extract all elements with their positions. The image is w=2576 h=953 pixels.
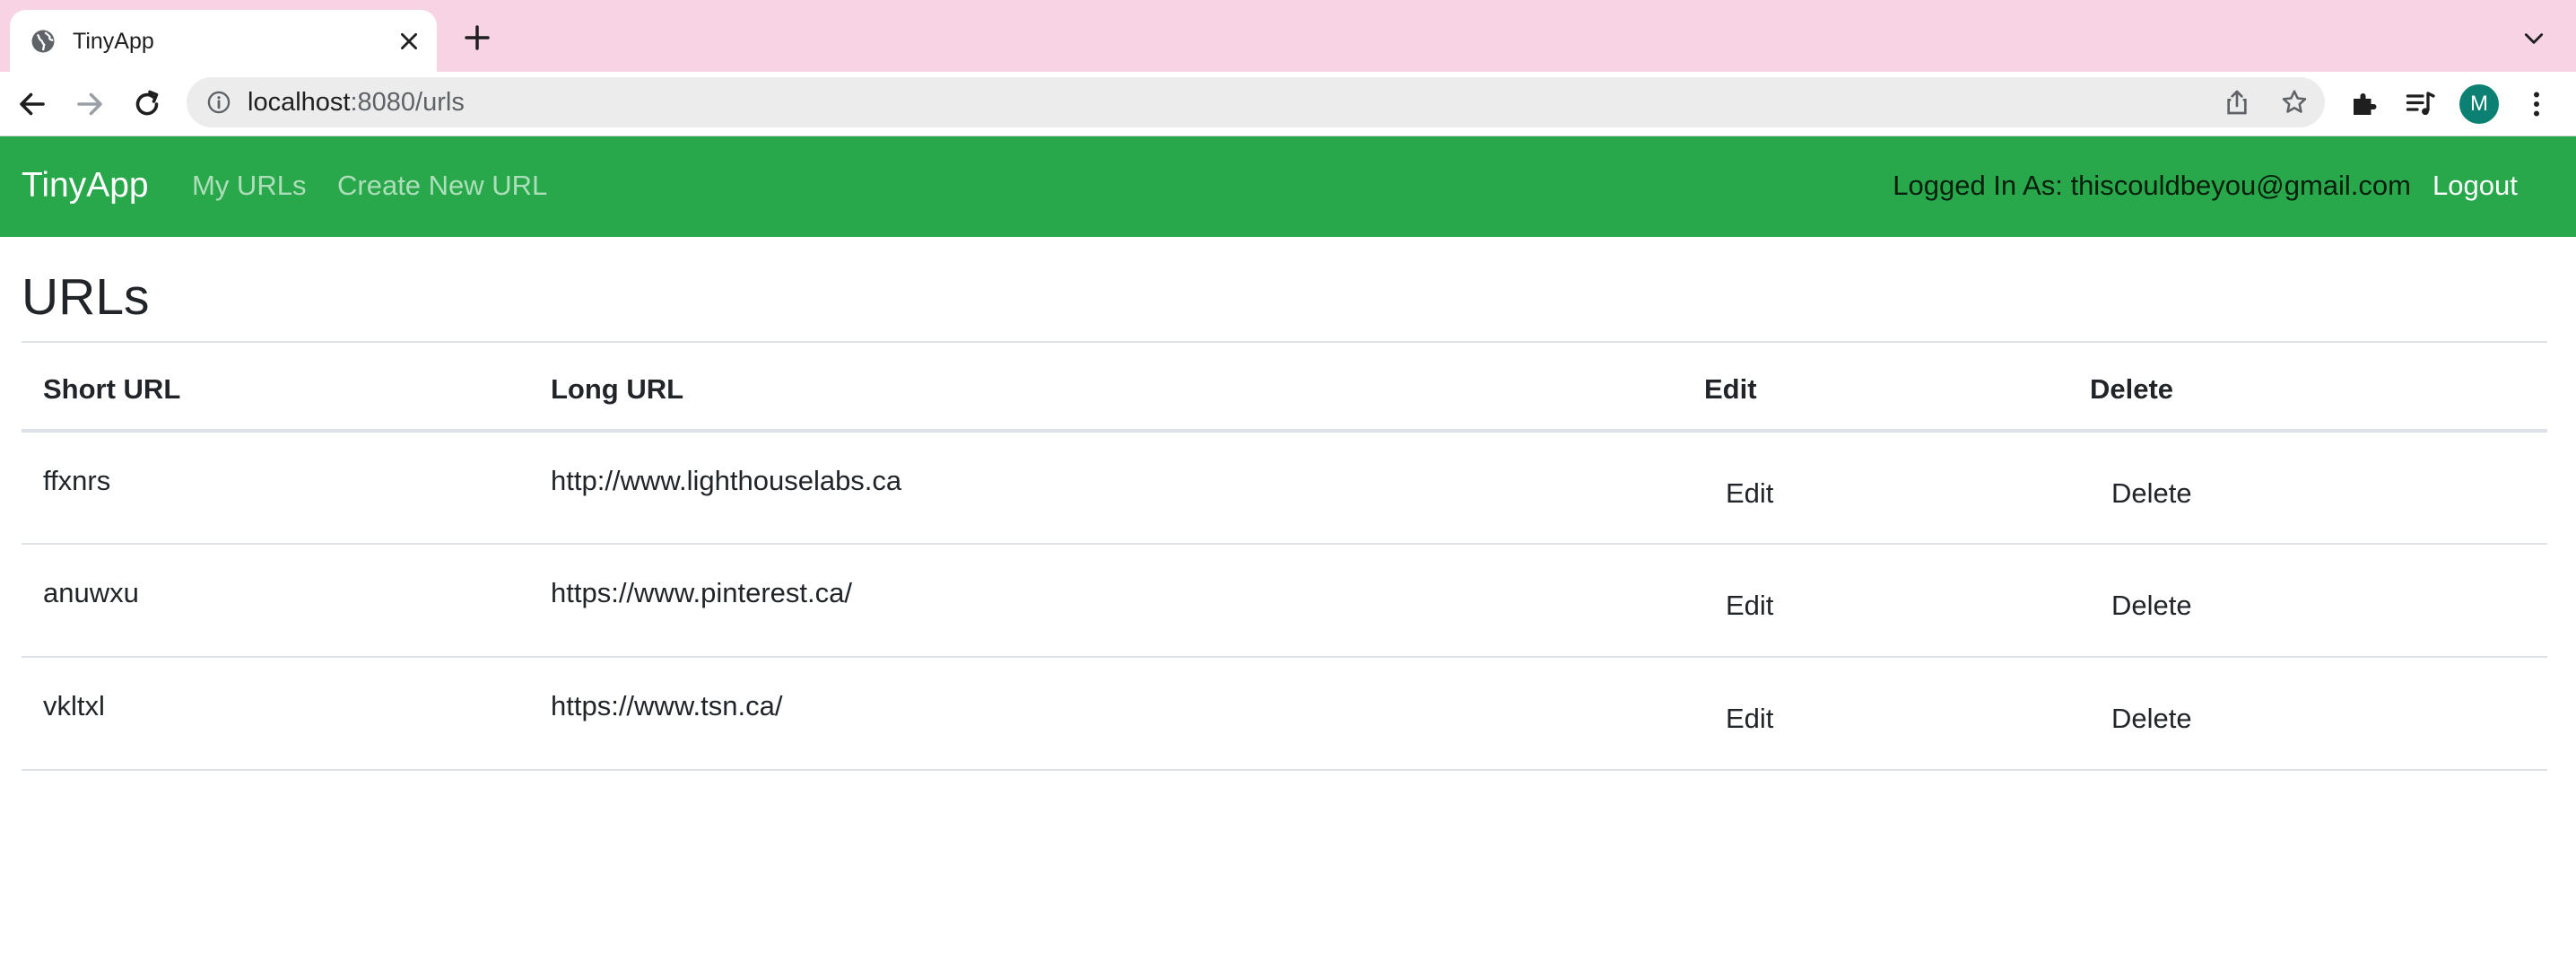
edit-button[interactable]: Edit (1704, 588, 1795, 624)
forward-arrow-icon[interactable] (74, 88, 106, 120)
page-title: URLs (22, 268, 150, 326)
long-url-cell: https://www.tsn.ca/ (529, 657, 1683, 771)
nav-create-new-url[interactable]: Create New URL (337, 167, 547, 205)
bookmark-star-icon[interactable] (2280, 88, 2309, 117)
url-text[interactable]: localhost:8080/urls (248, 87, 465, 118)
extensions-puzzle-icon[interactable] (2348, 88, 2380, 120)
share-icon[interactable] (2223, 88, 2251, 117)
edit-cell: Edit (1683, 657, 2068, 771)
edit-button[interactable]: Edit (1704, 476, 1795, 511)
logout-link[interactable]: Logout (2432, 167, 2518, 205)
reload-icon[interactable] (131, 88, 163, 120)
delete-cell: Delete (2068, 544, 2547, 658)
table-row: anuwxu https://www.pinterest.ca/ Edit De… (22, 544, 2547, 658)
table-row: vkltxl https://www.tsn.ca/ Edit Delete (22, 657, 2547, 771)
media-queue-icon[interactable] (2404, 88, 2436, 120)
edit-cell: Edit (1683, 544, 2068, 658)
table-row: ffxnrs http://www.lighthouselabs.ca Edit… (22, 431, 2547, 545)
chevron-down-icon[interactable] (2522, 27, 2546, 50)
delete-button[interactable]: Delete (2090, 588, 2214, 624)
back-arrow-icon[interactable] (16, 88, 48, 120)
edit-button[interactable]: Edit (1704, 701, 1795, 737)
header-delete: Delete (2068, 341, 2547, 433)
browser-tab[interactable]: TinyApp (10, 10, 437, 72)
edit-cell: Edit (1683, 431, 2068, 545)
delete-button[interactable]: Delete (2090, 701, 2214, 737)
header-short-url: Short URL (22, 341, 529, 433)
logged-in-status: Logged In As: thiscouldbeyou@gmail.com (1893, 170, 2411, 201)
browser-toolbar: localhost:8080/urls M (0, 72, 2576, 136)
profile-avatar[interactable]: M (2459, 84, 2499, 124)
header-long-url: Long URL (529, 341, 1683, 433)
kebab-menu-icon[interactable] (2520, 88, 2553, 120)
delete-cell: Delete (2068, 431, 2547, 545)
short-url-cell: anuwxu (22, 544, 529, 658)
site-info-icon[interactable] (206, 90, 231, 115)
app-navbar: TinyApp My URLs Create New URL Logged In… (0, 136, 2576, 237)
short-url-cell: vkltxl (22, 657, 529, 771)
short-url-cell: ffxnrs (22, 431, 529, 545)
globe-icon (31, 30, 55, 53)
delete-button[interactable]: Delete (2090, 476, 2214, 511)
address-bar[interactable]: localhost:8080/urls (187, 77, 2325, 127)
long-url-cell: http://www.lighthouselabs.ca (529, 431, 1683, 545)
brand-link[interactable]: TinyApp (22, 163, 149, 208)
nav-my-urls[interactable]: My URLs (192, 167, 306, 205)
urls-table: Short URL Long URL Edit Delete ffxnrs ht… (22, 341, 2547, 771)
browser-tabstrip: TinyApp (0, 0, 2576, 72)
close-icon[interactable] (397, 30, 421, 53)
new-tab-plus-icon[interactable] (463, 23, 492, 52)
table-header-row: Short URL Long URL Edit Delete (22, 341, 2547, 433)
long-url-cell: https://www.pinterest.ca/ (529, 544, 1683, 658)
header-edit: Edit (1683, 341, 2068, 433)
delete-cell: Delete (2068, 657, 2547, 771)
urls-table-container: Short URL Long URL Edit Delete ffxnrs ht… (22, 341, 2547, 771)
tab-title: TinyApp (73, 29, 154, 54)
